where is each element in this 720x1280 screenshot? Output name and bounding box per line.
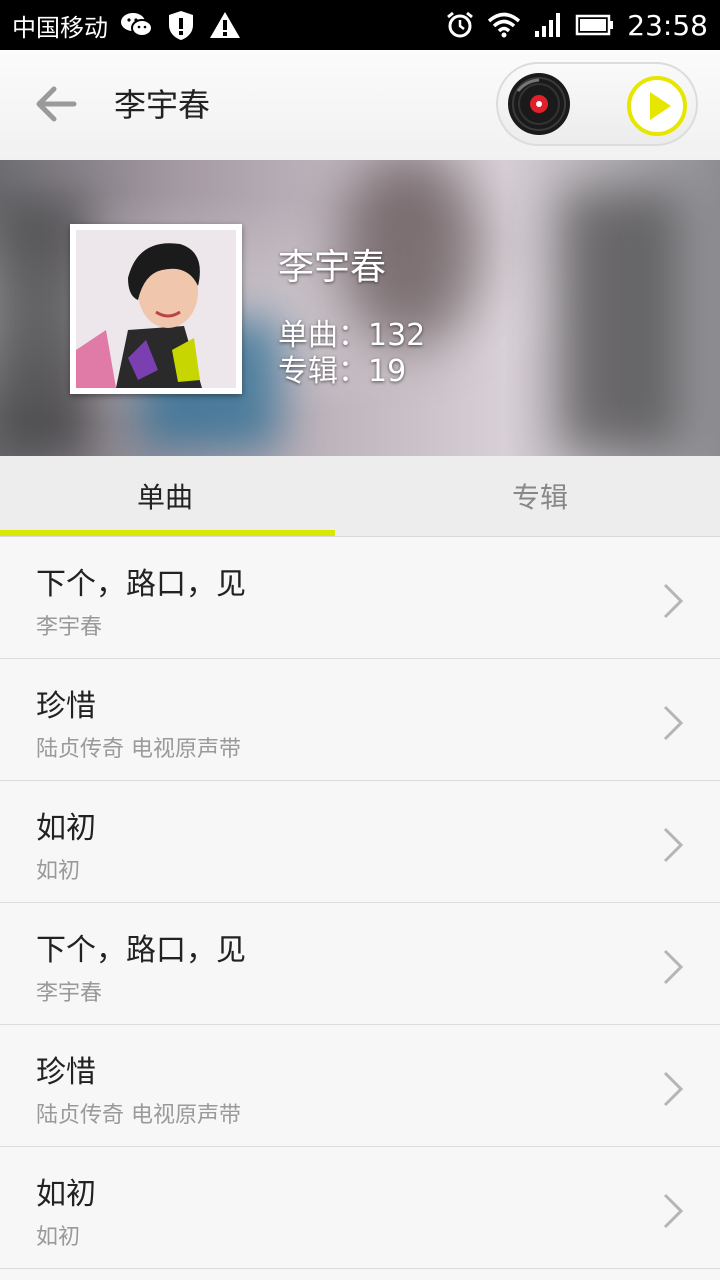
- active-tab-indicator: [0, 530, 335, 536]
- list-item[interactable]: 如初 如初: [0, 1147, 720, 1269]
- artist-banner: 李宇春 单曲：132 专辑：19: [0, 160, 720, 456]
- app-header: 李宇春: [0, 50, 720, 161]
- song-title: 如初: [36, 1177, 96, 1212]
- status-bar-right: 23:58: [445, 9, 708, 42]
- status-bar: 中国移动 23:58: [0, 0, 720, 50]
- warning-icon: [208, 10, 242, 40]
- chevron-right-icon: [660, 947, 686, 991]
- chevron-right-icon: [660, 1191, 686, 1235]
- tab-albums[interactable]: 专辑: [360, 456, 720, 536]
- signal-icon: [533, 11, 563, 39]
- chevron-right-icon: [660, 581, 686, 625]
- song-subtitle: 陆贞传奇 电视原声带: [36, 1103, 241, 1128]
- list-item[interactable]: 下个，路口，见 李宇春: [0, 903, 720, 1025]
- wechat-icon: [120, 11, 154, 39]
- song-title: 下个，路口，见: [36, 567, 246, 602]
- play-icon[interactable]: [625, 74, 689, 142]
- tab-singles-label: 单曲: [136, 481, 193, 514]
- song-list: 下个，路口，见 李宇春 珍惜 陆贞传奇 电视原声带 如初 如初 下个，路口，见 …: [0, 537, 720, 1269]
- chevron-right-icon: [660, 1069, 686, 1113]
- status-bar-left: 中国移动: [12, 8, 242, 43]
- carrier-name: 中国移动: [12, 13, 108, 42]
- back-button[interactable]: [30, 78, 82, 130]
- back-arrow-icon: [30, 86, 82, 134]
- song-subtitle: 李宇春: [36, 615, 103, 640]
- tab-singles[interactable]: 单曲: [0, 456, 360, 536]
- wifi-icon: [487, 11, 521, 39]
- chevron-right-icon: [660, 703, 686, 747]
- now-playing-widget[interactable]: [496, 62, 698, 146]
- song-subtitle: 陆贞传奇 电视原声带: [36, 737, 241, 762]
- vinyl-disc-icon[interactable]: [506, 71, 572, 141]
- song-subtitle: 如初: [36, 1225, 81, 1250]
- alarm-icon: [445, 10, 475, 40]
- song-title: 珍惜: [36, 689, 96, 724]
- list-item[interactable]: 珍惜 陆贞传奇 电视原声带: [0, 659, 720, 781]
- list-item[interactable]: 如初 如初: [0, 781, 720, 903]
- song-title: 下个，路口，见: [36, 933, 246, 968]
- list-item[interactable]: 珍惜 陆贞传奇 电视原声带: [0, 1025, 720, 1147]
- artist-name: 李宇春: [278, 247, 387, 288]
- song-title: 如初: [36, 811, 96, 846]
- song-subtitle: 如初: [36, 859, 81, 884]
- song-subtitle: 李宇春: [36, 981, 103, 1006]
- shield-icon: [166, 9, 196, 41]
- tab-bar: 单曲 专辑: [0, 456, 720, 537]
- albums-count: 专辑：19: [278, 354, 407, 389]
- artist-avatar: [70, 224, 242, 394]
- clock-time: 23:58: [627, 8, 708, 42]
- tab-albums-label: 专辑: [511, 481, 568, 514]
- chevron-right-icon: [660, 825, 686, 869]
- list-item[interactable]: 下个，路口，见 李宇春: [0, 537, 720, 659]
- song-title: 珍惜: [36, 1055, 96, 1090]
- page-title: 李宇春: [114, 86, 211, 124]
- battery-icon: [575, 13, 615, 37]
